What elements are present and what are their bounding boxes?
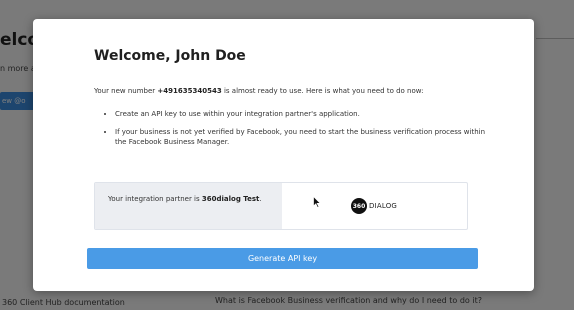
welcome-modal: Welcome, John Doe Your new number +49163… — [33, 19, 534, 291]
list-item: If your business is not yet verified by … — [115, 127, 495, 147]
logo-word: DIALOG — [369, 202, 398, 210]
partner-suffix: . — [259, 195, 262, 203]
logo-mark: 360 — [351, 198, 367, 214]
intro-text: Your new number +491635340543 is almost … — [94, 86, 494, 96]
partner-info-panel: Your integration partner is 360dialog Te… — [95, 183, 282, 229]
intro-suffix: is almost ready to use. Here is what you… — [221, 87, 424, 95]
generate-api-key-button[interactable]: Generate API key — [87, 248, 478, 269]
instructions-list: Create an API key to use within your int… — [105, 109, 495, 155]
partner-logo: 360 DIALOG — [351, 198, 397, 214]
phone-number: +491635340543 — [157, 87, 222, 95]
partner-prefix: Your integration partner is — [108, 195, 202, 203]
list-item: Create an API key to use within your int… — [115, 109, 495, 119]
integration-partner-card: Your integration partner is 360dialog Te… — [94, 182, 468, 230]
partner-name: 360dialog Test — [201, 195, 260, 203]
modal-title: Welcome, John Doe — [94, 48, 246, 64]
mouse-cursor-icon — [313, 196, 321, 208]
intro-prefix: Your new number — [94, 87, 158, 95]
partner-text: Your integration partner is 360dialog Te… — [108, 194, 273, 205]
